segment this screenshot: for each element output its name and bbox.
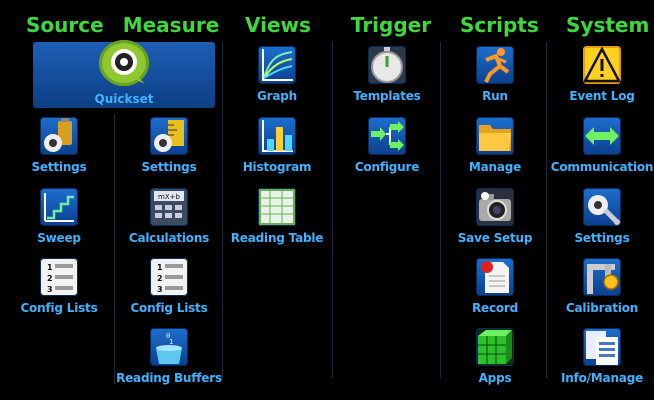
calibration-button[interactable]: Calibration <box>547 256 654 330</box>
communication-button[interactable]: Communication <box>547 115 654 189</box>
gear-wrench-icon <box>583 188 621 226</box>
quickset-gear-icon <box>99 40 149 86</box>
system-settings-label: Settings <box>574 231 630 245</box>
histogram-button[interactable]: Histogram <box>222 115 332 189</box>
reading-table-button[interactable]: Reading Table <box>222 186 332 260</box>
svg-text:3: 3 <box>47 285 53 294</box>
battery-gear-icon <box>40 117 78 155</box>
info-manage-label: Info/Manage <box>560 371 644 385</box>
calibration-label: Calibration <box>565 301 639 315</box>
bucket-icon: 0 1 <box>150 328 188 366</box>
record-document-icon <box>476 258 514 296</box>
quickset-label: Quickset <box>94 92 154 106</box>
communication-label: Communication <box>550 160 654 174</box>
camera-icon <box>476 188 514 226</box>
svg-text:2: 2 <box>47 274 53 283</box>
numbered-list-icon: 1 2 3 <box>150 258 188 296</box>
apps-button[interactable]: Apps <box>440 326 550 400</box>
event-log-label: Event Log <box>569 89 635 103</box>
record-button[interactable]: Record <box>440 256 550 330</box>
reading-buffers-label: Reading Buffers <box>116 371 222 385</box>
quickset-button[interactable]: Quickset <box>33 40 215 108</box>
svg-text:1: 1 <box>47 263 53 272</box>
graph-button[interactable]: Graph <box>222 44 332 118</box>
header-trigger: Trigger <box>350 13 432 37</box>
warning-icon <box>583 46 621 84</box>
runner-icon <box>476 46 514 84</box>
manage-button[interactable]: Manage <box>440 115 550 189</box>
source-config-lists-button[interactable]: 1 2 3 Config Lists <box>4 256 114 330</box>
flow-arrows-icon <box>368 117 406 155</box>
system-settings-button[interactable]: Settings <box>547 186 654 260</box>
svg-text:3: 3 <box>157 285 163 294</box>
histogram-bars-icon <box>258 117 296 155</box>
calculator-icon: mX+b <box>150 188 188 226</box>
graph-curves-icon <box>258 46 296 84</box>
sweep-button[interactable]: Sweep <box>4 186 114 260</box>
calculations-button[interactable]: mX+b Calculations <box>114 186 224 260</box>
event-log-button[interactable]: Event Log <box>547 44 654 118</box>
svg-text:1: 1 <box>169 338 173 346</box>
stopwatch-icon <box>368 46 406 84</box>
header-source: Source <box>26 13 104 37</box>
caliper-icon <box>583 258 621 296</box>
header-measure: Measure <box>122 13 220 37</box>
measure-config-lists-button[interactable]: 1 2 3 Config Lists <box>114 256 224 330</box>
reading-buffers-button[interactable]: 0 1 Reading Buffers <box>114 326 224 400</box>
numbered-list-icon: 1 2 3 <box>40 258 78 296</box>
templates-button[interactable]: Templates <box>332 44 442 118</box>
save-setup-button[interactable]: Save Setup <box>440 186 550 260</box>
svg-text:mX+b: mX+b <box>158 193 180 201</box>
table-grid-icon <box>258 188 296 226</box>
reading-table-label: Reading Table <box>230 231 324 245</box>
svg-text:1: 1 <box>157 263 163 272</box>
info-manage-button[interactable]: Info/Manage <box>547 326 654 400</box>
green-cube-icon <box>476 328 514 366</box>
svg-text:2: 2 <box>157 274 163 283</box>
header-views: Views <box>245 13 311 37</box>
sweep-staircase-icon <box>40 188 78 226</box>
header-system: System <box>566 13 650 37</box>
folder-icon <box>476 117 514 155</box>
source-settings-button[interactable]: Settings <box>4 115 114 189</box>
header-scripts: Scripts <box>460 13 539 37</box>
measure-config-lists-label: Config Lists <box>130 301 208 315</box>
measure-settings-button[interactable]: Settings <box>114 115 224 189</box>
info-documents-icon <box>583 328 621 366</box>
trigger-configure-button[interactable]: Configure <box>332 115 442 189</box>
ruler-gear-icon <box>150 117 188 155</box>
run-button[interactable]: Run <box>440 44 550 118</box>
double-arrow-icon <box>583 117 621 155</box>
